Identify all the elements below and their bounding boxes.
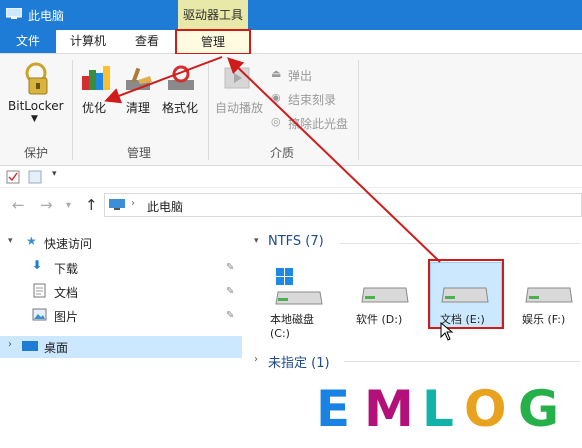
back-icon[interactable]: ← (12, 196, 25, 214)
cleanup-icon (126, 67, 152, 90)
nav-pictures[interactable]: 图片 (54, 308, 78, 325)
nav-desktop[interactable]: 桌面 (44, 339, 68, 356)
watermark-letter: G (518, 380, 560, 438)
nav-quick-access[interactable]: 快速访问 (44, 235, 92, 252)
nav-documents[interactable]: 文档 (54, 284, 78, 301)
group-expand-icon[interactable]: › (254, 354, 258, 365)
this-pc-icon (6, 8, 22, 19)
this-pc-icon (109, 199, 125, 210)
navigation-pane: ▾ ★ 快速访问 ⬇ 下载 ✎ 文档 ✎ 图片 ✎ › 桌面 (0, 226, 244, 448)
window-title: 此电脑 (28, 9, 65, 23)
format-icon (168, 65, 194, 90)
windows-drive-icon (275, 268, 323, 305)
group-divider (344, 361, 580, 362)
burn-icon: ◉ (271, 91, 281, 104)
group-divider (72, 60, 73, 160)
drive-c-letter: (C:) (270, 327, 290, 340)
hdd-icon (441, 287, 489, 303)
watermark-letter: E (316, 380, 351, 438)
bitlocker-key-icon (25, 62, 48, 95)
nav-downloads[interactable]: 下载 (54, 260, 78, 277)
drive-f[interactable]: 娱乐 (F:) (516, 266, 582, 346)
group-label-media: 介质 (270, 146, 295, 160)
bitlocker-dropdown-icon[interactable]: ▼ (31, 114, 38, 124)
tab-view[interactable]: 查看 (124, 30, 170, 53)
hdd-icon (361, 287, 409, 303)
group-divider (208, 60, 209, 160)
group-header-ntfs[interactable]: NTFS (7) (268, 234, 324, 249)
drive-f-label: 娱乐 (F:) (522, 313, 566, 326)
desktop-icon (22, 341, 38, 351)
watermark-letter: O (464, 380, 507, 438)
breadcrumb-chevron-icon[interactable]: › (131, 198, 135, 209)
forward-icon[interactable]: → (40, 196, 53, 214)
ribbon-manage: BitLocker ▼ 保护 优化 清理 格式化 管理 自动播放 ⏏ 弹出 ◉ … (0, 54, 582, 166)
autoplay-icon (224, 67, 250, 89)
format-button[interactable]: 格式化 (162, 99, 198, 116)
quick-access-toolbar: ▾ (0, 166, 582, 188)
ribbon-tab-strip: 文件 计算机 查看 管理 (0, 29, 582, 55)
group-label-manage: 管理 (127, 146, 152, 160)
star-icon: ★ (26, 234, 37, 248)
watermark-letter: M (364, 380, 414, 438)
watermark-letter: L (422, 380, 454, 438)
drive-c-label: 本地磁盘 (270, 313, 314, 326)
emlog-watermark: E M L O G (294, 372, 582, 448)
tab-computer[interactable]: 计算机 (60, 30, 116, 53)
recent-locations-icon[interactable]: ▾ (66, 200, 71, 211)
group-collapse-icon[interactable]: ▾ (254, 236, 259, 246)
pin-icon[interactable]: ✎ (226, 286, 234, 297)
up-icon[interactable]: ↑ (85, 196, 98, 214)
group-divider (358, 60, 359, 160)
breadcrumb-this-pc[interactable]: 此电脑 (147, 198, 183, 215)
properties-icon[interactable] (6, 170, 20, 184)
optimize-button[interactable]: 优化 (82, 99, 106, 116)
group-label-protect: 保护 (24, 146, 49, 160)
erase-icon: ◎ (271, 115, 281, 128)
pin-icon[interactable]: ✎ (226, 310, 234, 321)
mouse-cursor-icon (440, 322, 454, 341)
eject-icon: ⏏ (271, 67, 282, 80)
drive-d-label: 软件 (D:) (356, 313, 403, 326)
nav-desktop-selected[interactable]: › 桌面 (0, 336, 242, 358)
erase-disc-button[interactable]: 擦除此光盘 (288, 115, 348, 132)
pictures-icon (32, 308, 47, 321)
expand-chevron-icon[interactable]: › (8, 339, 12, 350)
hdd-icon (525, 287, 573, 303)
group-header-unspecified[interactable]: 未指定 (1) (268, 352, 330, 371)
drive-c[interactable]: 本地磁盘 (C:) (264, 266, 334, 346)
eject-button[interactable]: 弹出 (288, 67, 312, 84)
document-icon (33, 283, 46, 298)
finish-burning-button[interactable]: 结束刻录 (288, 91, 336, 108)
pin-icon[interactable]: ✎ (226, 262, 234, 273)
tab-file[interactable]: 文件 (0, 30, 56, 53)
bitlocker-button[interactable]: BitLocker (8, 99, 64, 113)
autoplay-button[interactable]: 自动播放 (215, 99, 263, 116)
title-bar: 此电脑 (0, 0, 582, 30)
contextual-tab-group-label: 驱动器工具 (178, 0, 248, 30)
download-icon: ⬇ (32, 258, 43, 272)
optimize-icon (82, 66, 110, 90)
customize-toolbar-icon[interactable]: ▾ (52, 169, 57, 179)
tab-manage[interactable]: 管理 (175, 29, 251, 55)
cleanup-button[interactable]: 清理 (126, 99, 150, 116)
address-bar[interactable]: › 此电脑 (104, 193, 582, 217)
expand-chevron-icon[interactable]: ▾ (8, 236, 13, 246)
drive-d[interactable]: 软件 (D:) (352, 266, 422, 346)
new-folder-icon[interactable] (28, 170, 42, 184)
group-divider (340, 243, 580, 244)
